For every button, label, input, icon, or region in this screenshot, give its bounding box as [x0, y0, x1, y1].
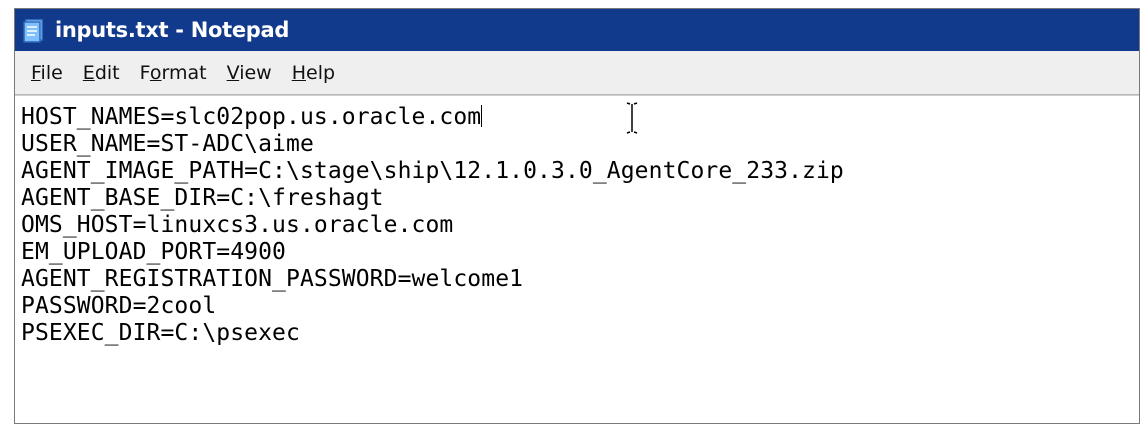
menu-view-label: iew: [239, 61, 272, 84]
text-caret: [481, 105, 483, 127]
editor-line: AGENT_IMAGE_PATH=C:\stage\ship\12.1.0.3.…: [21, 158, 844, 184]
window-title: inputs.txt - Notepad: [55, 18, 290, 42]
menu-help[interactable]: Help: [284, 58, 343, 88]
menu-edit[interactable]: Edit: [75, 58, 128, 88]
menu-help-label: elp: [306, 61, 336, 84]
menu-view[interactable]: View: [219, 58, 280, 88]
menu-edit-label: dit: [94, 61, 120, 84]
editor-line-text: HOST_NAMES=slc02pop.us.oracle.com: [21, 104, 482, 130]
editor-line: PSEXEC_DIR=C:\psexec: [21, 320, 300, 346]
menu-format-label-rest: rmat: [161, 61, 207, 84]
menu-format[interactable]: Format: [132, 58, 215, 88]
menu-file-label: ile: [40, 61, 63, 84]
editor-line: USER_NAME=ST-ADC\aime: [21, 131, 314, 157]
editor-line: HOST_NAMES=slc02pop.us.oracle.com: [21, 104, 1139, 131]
title-bar[interactable]: inputs.txt - Notepad: [15, 9, 1139, 51]
editor-line: EM_UPLOAD_PORT=4900: [21, 239, 286, 265]
text-editor-area[interactable]: HOST_NAMES=slc02pop.us.oracle.com USER_N…: [15, 95, 1139, 423]
menu-file-mnemonic: F: [31, 61, 41, 84]
notepad-window: inputs.txt - Notepad File Edit Format Vi…: [14, 8, 1140, 424]
menu-help-mnemonic: H: [291, 61, 306, 84]
menu-view-mnemonic: V: [226, 61, 240, 84]
editor-line: AGENT_REGISTRATION_PASSWORD=welcome1: [21, 266, 524, 292]
menu-bar: File Edit Format View Help: [15, 51, 1139, 95]
editor-line: OMS_HOST=linuxcs3.us.oracle.com: [21, 212, 454, 238]
i-beam-cursor-icon: [625, 101, 639, 135]
editor-line: AGENT_BASE_DIR=C:\freshagt: [21, 185, 384, 211]
editor-line: PASSWORD=2cool: [21, 293, 217, 319]
menu-format-mnemonic: o: [149, 61, 162, 84]
menu-edit-mnemonic: E: [82, 61, 95, 84]
notepad-icon: [21, 17, 47, 43]
menu-file[interactable]: File: [23, 58, 71, 88]
menu-format-label-start: F: [139, 61, 150, 84]
